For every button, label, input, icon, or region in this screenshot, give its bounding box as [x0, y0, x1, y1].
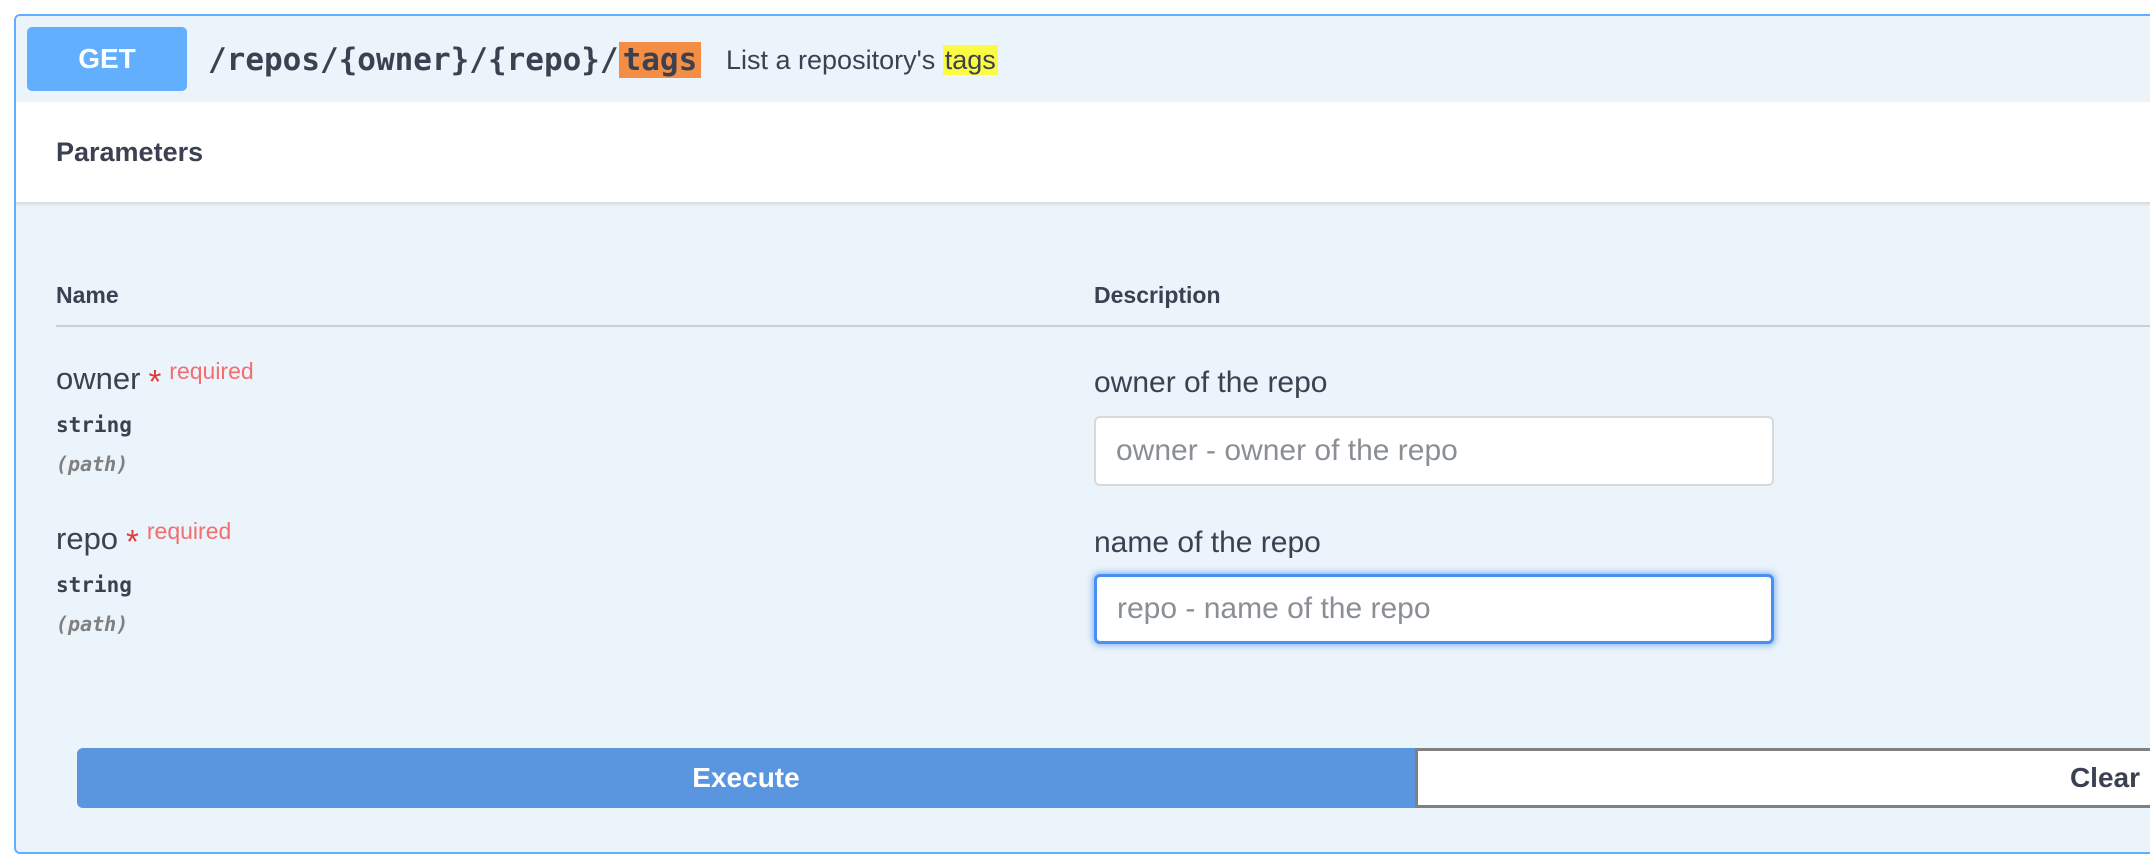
param-owner-name: owner * required [56, 358, 254, 400]
repo-input[interactable] [1094, 574, 1774, 644]
description-prefix: List a repository's [726, 45, 943, 75]
required-label: required [169, 358, 254, 384]
operation-path: /repos/{owner}/{repo}/tags [208, 38, 702, 82]
param-owner-location: (path) [56, 452, 129, 476]
param-repo-type: string [56, 573, 132, 597]
param-repo-name: repo * required [56, 518, 232, 560]
operation-summary[interactable]: GET /repos/{owner}/{repo}/tags List a re… [16, 16, 2150, 104]
parameters-title: Parameters [56, 137, 204, 167]
execute-button-group: Execute Clear [77, 748, 2150, 808]
path-highlight: tags [618, 42, 702, 78]
column-header-divider [56, 325, 2150, 327]
param-name-text: repo [56, 521, 119, 556]
column-header-name: Name [56, 282, 119, 308]
execute-button[interactable]: Execute [77, 748, 1415, 808]
param-repo-location: (path) [56, 612, 129, 636]
param-name-text: owner [56, 361, 141, 396]
method-badge: GET [27, 27, 187, 91]
column-header-description: Description [1094, 282, 1221, 308]
operation-description: List a repository's tags [726, 38, 998, 82]
param-owner-type: string [56, 413, 132, 437]
owner-input[interactable] [1094, 416, 1774, 486]
required-star: * [126, 523, 139, 560]
param-owner-description: owner of the repo [1094, 366, 1328, 399]
required-star: * [148, 363, 162, 400]
description-highlight: tags [942, 45, 998, 75]
param-repo-description: name of the repo [1094, 526, 1321, 559]
required-label: required [146, 518, 232, 544]
operation-block: GET /repos/{owner}/{repo}/tags List a re… [14, 14, 2150, 854]
parameters-header: Parameters [16, 102, 2150, 203]
path-prefix: /repos/{owner}/{repo}/ [208, 42, 619, 78]
clear-button[interactable]: Clear [1415, 748, 2150, 808]
